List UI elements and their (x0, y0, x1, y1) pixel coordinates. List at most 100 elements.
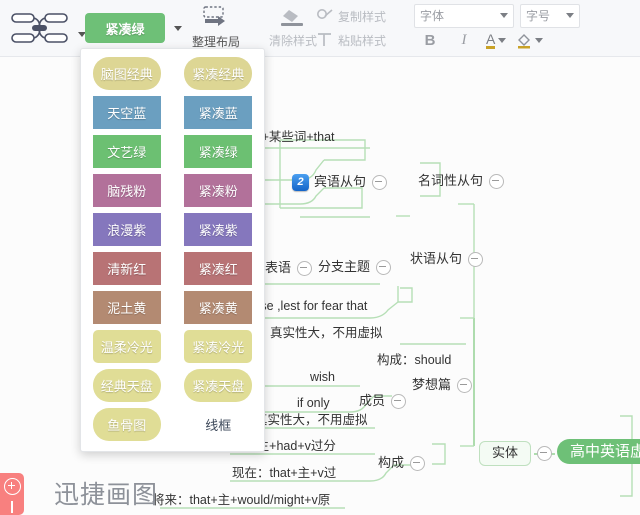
organize-layout-button[interactable]: 整理布局 (185, 2, 247, 54)
node-dream-section[interactable]: 梦想篇 (412, 377, 473, 394)
collapse-icon[interactable] (410, 456, 426, 472)
theme-chevron-down-icon[interactable] (174, 25, 182, 31)
node-text: 分支主题 (318, 259, 371, 275)
node-text: 高中英语虚 (557, 439, 640, 465)
layout-style-button[interactable] (4, 2, 76, 54)
theme-option[interactable]: 经典天盘 (92, 369, 161, 402)
theme-option[interactable]: 紧凑紫 (184, 213, 253, 246)
collapse-icon[interactable] (391, 394, 407, 410)
node-text[interactable]: 构成：should (377, 353, 451, 367)
theme-dropdown-menu[interactable]: 脑图经典 紧凑经典 天空蓝 紧凑蓝 文艺绿 紧凑绿 脑残粉 紧凑粉 浪漫紫 紧凑紫 清新红 紧凑红 泥土… (80, 48, 265, 452)
node-nominal-clause[interactable]: 名词性从句 (418, 173, 505, 190)
chevron-down-icon[interactable] (500, 13, 508, 18)
node-text[interactable]: 真实性大，不用虚拟 (270, 326, 383, 340)
copy-style-button[interactable]: 复制样式 (316, 4, 386, 28)
theme-row: 天空蓝 紧凑蓝 (81, 96, 264, 129)
theme-option[interactable]: 清新红 (92, 252, 161, 285)
theme-option[interactable]: 浪漫紫 (92, 213, 161, 246)
theme-row: 鱼骨图 线框 (81, 408, 264, 441)
fill-color-button[interactable] (516, 33, 544, 49)
paste-style-icon (318, 33, 331, 46)
node-text: 梦想篇 (412, 377, 452, 393)
clear-style-icon (281, 10, 303, 26)
theme-option[interactable]: 紧凑蓝 (184, 96, 253, 129)
zoom-slider-track[interactable] (11, 501, 13, 513)
node-text: 实体 (479, 441, 532, 466)
node-text[interactable]: if only (297, 396, 330, 410)
italic-button[interactable]: I (452, 30, 476, 52)
theme-option[interactable]: 线框 (184, 408, 252, 441)
theme-option[interactable]: 紧凑黄 (184, 291, 253, 324)
theme-row: 脑残粉 紧凑粉 (81, 174, 264, 207)
watermark-logo: 迅捷画图 (54, 480, 159, 509)
theme-option[interactable]: 泥土黄 (92, 291, 161, 324)
collapse-icon[interactable] (376, 260, 392, 276)
theme-option[interactable]: 紧凑冷光 (184, 330, 253, 363)
font-family-value: 字体 (420, 9, 445, 23)
collapse-icon[interactable] (537, 446, 553, 462)
node-adverbial-clause[interactable]: 状语从句 (410, 251, 484, 268)
clear-style-label: 清除样式 (269, 34, 318, 48)
theme-row: 文艺绿 紧凑绿 (81, 135, 264, 168)
node-text: 表语 (265, 260, 292, 276)
font-family-select[interactable]: 字体 (414, 3, 514, 28)
node-text: 状语从句 (410, 251, 463, 267)
node-text: 宾语从句 (314, 174, 367, 190)
theme-option[interactable]: 紧凑绿 (184, 135, 253, 168)
theme-row: 泥土黄 紧凑黄 (81, 291, 264, 324)
theme-option[interactable]: 天空蓝 (92, 96, 161, 129)
node-text[interactable]: wish (310, 370, 335, 384)
font-color-label: A (486, 30, 496, 49)
theme-option[interactable]: 紧凑红 (184, 252, 253, 285)
theme-row: 脑图经典 紧凑经典 (81, 57, 264, 90)
paste-style-button[interactable]: 粘贴样式 (316, 28, 386, 52)
theme-option[interactable]: 紧凑粉 (184, 174, 253, 207)
font-color-button[interactable]: A (486, 30, 507, 49)
theme-row: 经典天盘 紧凑天盘 (81, 369, 264, 402)
node-object-clause[interactable]: 2 宾语从句 (292, 174, 388, 191)
collapse-icon[interactable] (457, 378, 473, 394)
node-text: 名词性从句 (418, 173, 484, 189)
node-entity[interactable]: 实体 (479, 441, 553, 466)
copy-style-label: 复制样式 (338, 9, 387, 24)
theme-row: 温柔冷光 紧凑冷光 (81, 330, 264, 363)
theme-row: 清新红 紧凑红 (81, 252, 264, 285)
zoom-in-button[interactable] (0, 473, 24, 515)
chevron-down-icon[interactable] (566, 13, 574, 18)
node-branch-topic[interactable]: 分支主题 (318, 259, 392, 276)
fill-color-icon (518, 33, 531, 48)
collapse-icon[interactable] (468, 252, 484, 268)
current-theme-button[interactable]: 紧凑绿 (85, 13, 165, 43)
node-text[interactable]: 真实性大，不用虚拟 (255, 413, 368, 427)
node-member-1[interactable]: 成员 (359, 393, 407, 410)
node-text[interactable]: 现在：that+主+v过 (232, 466, 336, 480)
node-text[interactable]: 将来：that+主+would/might+v原 (152, 493, 330, 507)
chevron-down-icon[interactable] (498, 38, 507, 43)
collapse-icon[interactable] (489, 174, 505, 190)
theme-option[interactable]: 鱼骨图 (92, 408, 161, 441)
theme-option[interactable]: 紧凑天盘 (184, 369, 253, 402)
badge-2: 2 (292, 174, 309, 191)
zoom-in-icon (3, 478, 21, 495)
mindmap-layout-icon (11, 13, 68, 43)
node-composition[interactable]: 构成 (378, 455, 426, 472)
theme-option[interactable]: 文艺绿 (92, 135, 161, 168)
theme-row: 浪漫紫 紧凑紫 (81, 213, 264, 246)
theme-option[interactable]: 温柔冷光 (92, 330, 161, 363)
node-text: 成员 (359, 393, 386, 409)
collapse-icon[interactable] (297, 261, 313, 276)
organize-layout-icon (203, 6, 225, 26)
collapse-icon[interactable] (372, 175, 388, 190)
font-size-select[interactable]: 字号 (520, 3, 580, 28)
node-text: 构成 (378, 455, 405, 471)
node-root[interactable]: 高中英语虚 (557, 439, 640, 465)
copy-style-icon (317, 9, 333, 19)
bold-button[interactable]: B (418, 30, 442, 52)
chevron-down-icon[interactable] (535, 38, 544, 43)
theme-option[interactable]: 脑图经典 (92, 57, 161, 90)
theme-option[interactable]: 紧凑经典 (184, 57, 253, 90)
theme-option[interactable]: 脑残粉 (92, 174, 161, 207)
clear-style-button[interactable]: 清除样式 (262, 2, 324, 54)
paste-style-label: 粘贴样式 (338, 33, 387, 48)
font-size-value: 字号 (526, 9, 551, 23)
